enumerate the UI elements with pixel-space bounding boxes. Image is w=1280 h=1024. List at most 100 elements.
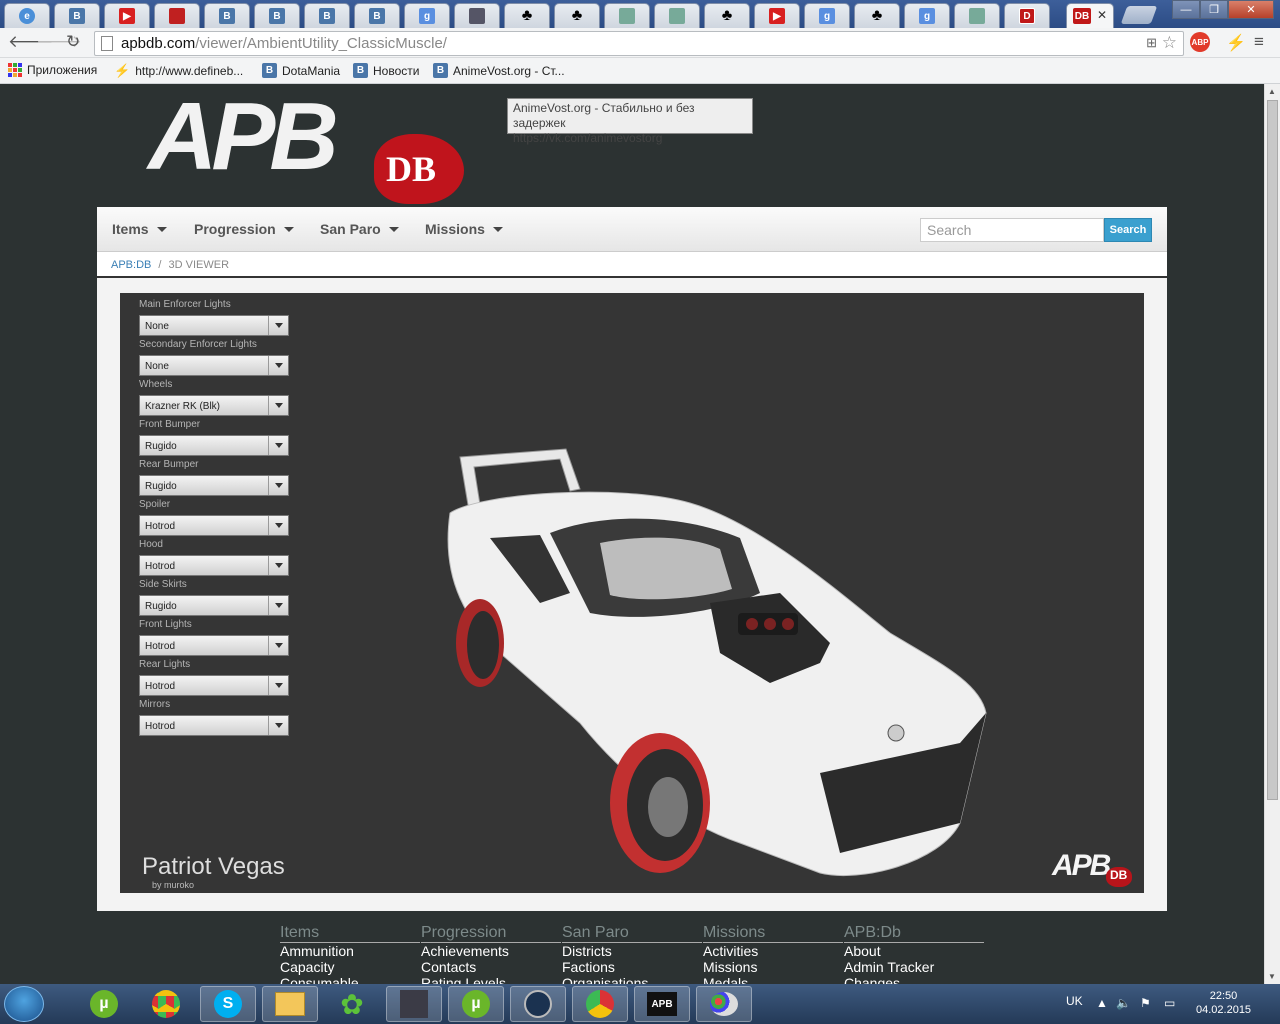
car-model[interactable]	[420, 443, 1040, 883]
taskbar-utorrent[interactable]: µ	[76, 986, 132, 1022]
start-button[interactable]	[4, 986, 44, 1022]
footer-link[interactable]: Missions	[703, 959, 843, 975]
option-select[interactable]: Hotrod	[139, 515, 289, 536]
menu-icon[interactable]: ≡	[1254, 32, 1264, 52]
maximize-button[interactable]: ❐	[1200, 0, 1228, 19]
tab-vk-1[interactable]: B	[54, 3, 100, 28]
option-select[interactable]: Rugido	[139, 435, 289, 456]
dropdown-arrow-icon[interactable]	[268, 636, 288, 655]
dropdown-arrow-icon[interactable]	[268, 316, 288, 335]
bookmark-dotamania[interactable]: B DotaMania	[262, 63, 340, 78]
minimize-button[interactable]: —	[1172, 0, 1200, 19]
close-window-button[interactable]: ✕	[1228, 0, 1274, 19]
footer-link[interactable]: Achievements	[421, 943, 561, 959]
volume-icon[interactable]: 🔈	[1116, 996, 1131, 1010]
tab-apbdb-active[interactable]: DB ✕	[1066, 3, 1114, 28]
taskbar-utorrent-2[interactable]: µ	[448, 986, 504, 1022]
footer-link[interactable]: Rating Levels	[421, 975, 561, 984]
tab-image-2[interactable]	[654, 3, 700, 28]
tray-expand-icon[interactable]: ▲	[1096, 996, 1108, 1010]
dropdown-arrow-icon[interactable]	[268, 396, 288, 415]
footer-link[interactable]: Activities	[703, 943, 843, 959]
scroll-up-icon[interactable]: ▲	[1268, 87, 1276, 96]
footer-link[interactable]: Consumable	[280, 975, 420, 984]
tab-youtube-1[interactable]: ▶	[104, 3, 150, 28]
tab-google-2[interactable]: g	[804, 3, 850, 28]
tab-d[interactable]: D	[1004, 3, 1050, 28]
reload-button[interactable]: ↻	[66, 32, 80, 52]
dropdown-arrow-icon[interactable]	[268, 436, 288, 455]
search-button[interactable]: Search	[1104, 218, 1152, 242]
nav-san-paro[interactable]: San Paro	[320, 221, 399, 237]
3d-viewer[interactable]: Main Enforcer Lights None Secondary Enforc…	[120, 293, 1144, 893]
tab-club-1[interactable]: ♣	[504, 3, 550, 28]
option-select[interactable]: Krazner RK (Blk)	[139, 395, 289, 416]
tab-close-icon[interactable]: ✕	[1097, 8, 1107, 22]
tab-site-red[interactable]	[154, 3, 200, 28]
footer-link[interactable]: About	[844, 943, 984, 959]
tab-google-1[interactable]: g	[404, 3, 450, 28]
language-indicator[interactable]: UK	[1066, 994, 1083, 1008]
footer-link[interactable]: Districts	[562, 943, 702, 959]
footer-link[interactable]: Contacts	[421, 959, 561, 975]
tab-club-3[interactable]: ♣	[704, 3, 750, 28]
tab-club-2[interactable]: ♣	[554, 3, 600, 28]
network-icon[interactable]: ▭	[1164, 996, 1175, 1010]
tab-chrome[interactable]: e	[4, 3, 50, 28]
taskbar-paint[interactable]	[696, 986, 752, 1022]
bookmark-apps[interactable]: Приложения	[8, 63, 97, 77]
tab-vk-4[interactable]: B	[304, 3, 350, 28]
tab-vk-3[interactable]: B	[254, 3, 300, 28]
option-select[interactable]: Rugido	[139, 475, 289, 496]
taskbar-chrome[interactable]	[138, 986, 194, 1022]
search-input[interactable]: Search	[920, 218, 1104, 242]
tab-google-3[interactable]: g	[904, 3, 950, 28]
footer-link[interactable]: Organisations	[562, 975, 702, 984]
tab-vk-2[interactable]: B	[204, 3, 250, 28]
option-select[interactable]: None	[139, 355, 289, 376]
footer-link[interactable]: Admin Tracker	[844, 959, 984, 975]
tab-youtube-2[interactable]: ▶	[754, 3, 800, 28]
option-select[interactable]: Rugido	[139, 595, 289, 616]
tab-club-4[interactable]: ♣	[854, 3, 900, 28]
taskbar-skype[interactable]: S	[200, 986, 256, 1022]
scroll-down-icon[interactable]: ▼	[1268, 972, 1276, 981]
address-bar[interactable]: apbdb.com/viewer/AmbientUtility_ClassicM…	[94, 31, 1184, 56]
dropdown-arrow-icon[interactable]	[268, 516, 288, 535]
tab-image-1[interactable]	[604, 3, 650, 28]
nav-items[interactable]: Items	[112, 221, 167, 237]
bookmark-star-icon[interactable]: ☆	[1162, 33, 1177, 53]
translate-icon[interactable]: ⊞	[1146, 35, 1157, 51]
footer-link[interactable]: Changes	[844, 975, 984, 984]
apbdb-logo[interactable]: APB DB	[148, 84, 468, 204]
footer-link[interactable]: Capacity	[280, 959, 420, 975]
dropdown-arrow-icon[interactable]	[268, 356, 288, 375]
bolt-extension-icon[interactable]: ⚡	[1226, 33, 1246, 53]
taskbar-chrome-2[interactable]	[572, 986, 628, 1022]
scrollbar-thumb[interactable]	[1267, 100, 1278, 800]
taskbar-apb[interactable]: APB	[634, 986, 690, 1022]
adblock-icon[interactable]: ABP	[1190, 32, 1210, 52]
page-scrollbar[interactable]: ▲ ▼	[1264, 84, 1280, 984]
dropdown-arrow-icon[interactable]	[268, 476, 288, 495]
taskbar-explorer[interactable]	[262, 986, 318, 1022]
taskbar-steam[interactable]	[510, 986, 566, 1022]
new-tab-button[interactable]	[1120, 6, 1158, 24]
nav-progression[interactable]: Progression	[194, 221, 294, 237]
dropdown-arrow-icon[interactable]	[268, 716, 288, 735]
breadcrumb-home[interactable]: APB:DB	[111, 259, 151, 271]
flag-icon[interactable]: ⚑	[1140, 996, 1151, 1010]
taskbar-game[interactable]	[386, 986, 442, 1022]
footer-link[interactable]: Medals	[703, 975, 843, 984]
bookmark-defineb[interactable]: ⚡ http://www.defineb...	[114, 63, 243, 79]
dropdown-arrow-icon[interactable]	[268, 676, 288, 695]
option-select[interactable]: Hotrod	[139, 715, 289, 736]
footer-link[interactable]: Factions	[562, 959, 702, 975]
nav-missions[interactable]: Missions	[425, 221, 503, 237]
option-select[interactable]: Hotrod	[139, 555, 289, 576]
system-clock[interactable]: 22:50 04.02.2015	[1196, 989, 1251, 1017]
dropdown-arrow-icon[interactable]	[268, 556, 288, 575]
bookmark-animevost[interactable]: B AnimeVost.org - Ст...	[433, 63, 565, 78]
bookmark-novosti[interactable]: B Новости	[353, 63, 419, 78]
option-select[interactable]: Hotrod	[139, 675, 289, 696]
